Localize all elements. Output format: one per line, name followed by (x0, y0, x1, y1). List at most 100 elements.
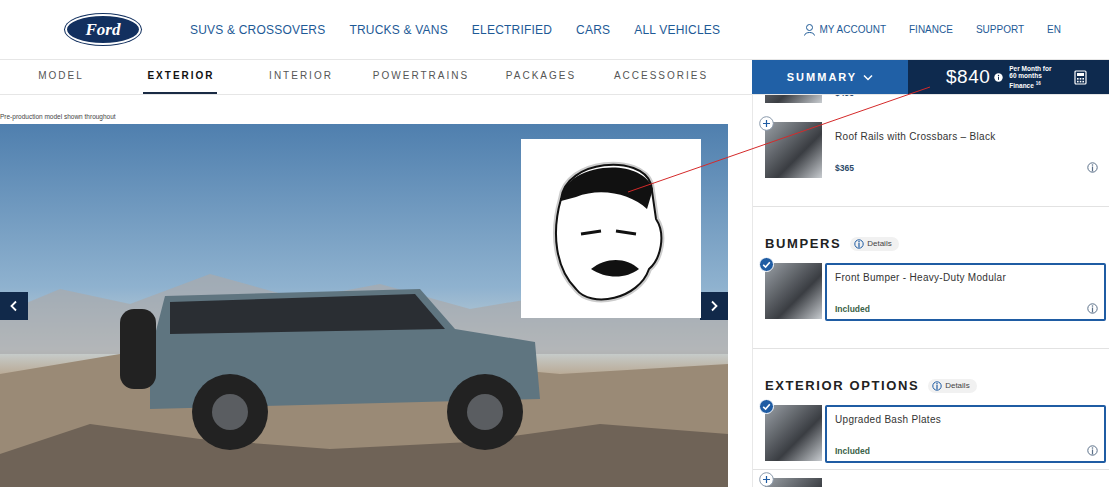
price-term: Finance (1009, 82, 1034, 89)
info-icon[interactable] (1087, 445, 1098, 456)
details-label[interactable]: Details (867, 239, 891, 248)
ford-logo[interactable]: Ford (65, 14, 141, 45)
item-thumbnail[interactable] (765, 478, 822, 487)
price-amount[interactable]: $840 (946, 66, 990, 88)
nav-link[interactable]: TRUCKS & VANS (349, 23, 447, 37)
chevron-right-icon[interactable] (709, 300, 719, 312)
nav-link[interactable]: ELECTRIFIED (472, 23, 552, 37)
option-section: EXTERIOR OPTIONS Details Upgraded Bash Pla… (753, 348, 1109, 469)
utility-link[interactable]: EN (1047, 24, 1061, 35)
tab-label[interactable]: EXTERIOR (143, 60, 216, 94)
person-icon[interactable] (803, 23, 816, 36)
info-icon[interactable] (932, 381, 942, 391)
plus-circle-icon[interactable] (759, 116, 774, 131)
previous-button[interactable] (0, 292, 28, 320)
item-thumbnail[interactable] (765, 263, 822, 319)
nav-link[interactable]: CARS (576, 23, 610, 37)
options-panel: $495 Roof Rails with Crossbars – Black $36… (752, 95, 1109, 487)
meme-image (521, 139, 701, 318)
info-icon[interactable] (994, 73, 1003, 82)
details-button[interactable]: Details (928, 379, 976, 393)
info-icon[interactable] (1087, 303, 1098, 314)
price-term: Per Month for (1009, 65, 1051, 73)
item-price: $495 (835, 95, 854, 98)
config-tab[interactable]: POWERTRAINS (360, 60, 480, 94)
account-label[interactable]: MY ACCOUNT (820, 24, 887, 35)
section-title: EXTERIOR OPTIONS (765, 378, 919, 393)
chevron-left-icon[interactable] (9, 300, 19, 312)
price-term-row: Finance 16 (1009, 80, 1051, 90)
check-circle-icon[interactable] (759, 257, 774, 272)
footnote[interactable]: 16 (1036, 81, 1041, 86)
gallery: Pre-production model shown throughout (0, 95, 728, 487)
accessory-group: $495 Roof Rails with Crossbars – Black $36… (753, 95, 1109, 206)
plus-circle-icon[interactable] (759, 472, 774, 487)
item-details[interactable]: Roof Rails with Crossbars – Black $365 (825, 122, 1106, 180)
tab-label[interactable]: INTERIOR (265, 60, 335, 94)
nav-link[interactable]: ALL VEHICLES (634, 23, 720, 37)
item-thumbnail[interactable] (765, 405, 822, 461)
option-item[interactable]: Front Bumper - Heavy-Duty Modular Include… (753, 263, 1109, 321)
config-tab[interactable]: EXTERIOR (120, 60, 240, 94)
price-term: 60 months (1009, 72, 1051, 80)
item-name: Roof Rails with Crossbars – Black (835, 131, 1098, 142)
option-item[interactable]: $495 (753, 95, 1109, 105)
details-button[interactable]: Details (850, 237, 898, 251)
vehicle-photo (0, 124, 728, 487)
config-tab[interactable]: PACKAGES (480, 60, 600, 94)
calculator-icon[interactable] (1074, 70, 1087, 85)
main-nav: SUVS & CROSSOVERS TRUCKS & VANS ELECTRIFIE… (190, 23, 720, 37)
accessory-group (753, 469, 1109, 487)
check-circle-icon[interactable] (759, 399, 774, 414)
item-price: Included (835, 304, 870, 314)
section-header: BUMPERS Details (753, 236, 1109, 251)
section-title: BUMPERS (765, 236, 841, 251)
config-tabs: MODEL EXTERIOR INTERIOR POWERTRAINS PACKAGES… (0, 60, 752, 94)
section-header: EXTERIOR OPTIONS Details (753, 378, 1109, 393)
meme-face (521, 139, 701, 318)
nav-link[interactable]: SUVS & CROSSOVERS (190, 23, 325, 37)
item-name: Front Bumper - Heavy-Duty Modular (835, 272, 1098, 283)
item-details[interactable]: Front Bumper - Heavy-Duty Modular Include… (825, 263, 1106, 321)
info-icon[interactable] (1087, 162, 1098, 173)
summary-label[interactable]: SUMMARY (787, 71, 857, 83)
utility-link[interactable]: FINANCE (909, 24, 953, 35)
item-footer: Included (835, 303, 1098, 314)
item-thumbnail[interactable] (765, 95, 822, 103)
utility-link[interactable]: SUPPORT (976, 24, 1024, 35)
item-details[interactable]: $495 (825, 95, 1106, 105)
info-icon[interactable] (854, 239, 864, 249)
annotation-line (0, 0, 1109, 487)
item-details[interactable]: Upgraded Bash PlatesIncluded (825, 405, 1106, 463)
config-bar: MODEL EXTERIOR INTERIOR POWERTRAINS PACKAGES… (0, 60, 1109, 95)
chevron-down-icon[interactable] (863, 74, 873, 81)
details-label[interactable]: Details (945, 381, 969, 390)
tab-label[interactable]: MODEL (34, 60, 86, 94)
config-tab[interactable]: MODEL (0, 60, 120, 94)
main-area: Pre-production model shown throughout $49… (0, 95, 1109, 487)
option-item[interactable]: Upgraded Bash PlatesIncluded (753, 405, 1109, 463)
options-list: $495 Roof Rails with Crossbars – Black $36… (753, 95, 1109, 487)
price-terms: Per Month for60 monthsFinance 16 (1009, 65, 1051, 90)
item-footer: Included (835, 445, 1098, 456)
tab-label[interactable]: ACCESSORIES (610, 60, 710, 94)
option-section: BUMPERS Details Front Bumper - Heavy-Duty … (753, 206, 1109, 348)
gallery-caption: Pre-production model shown throughout (0, 95, 728, 124)
item-price: $365 (835, 163, 854, 173)
next-button[interactable] (700, 292, 728, 320)
account-link[interactable]: MY ACCOUNT (803, 23, 887, 36)
summary-button[interactable]: SUMMARY (752, 60, 908, 94)
config-tab[interactable]: ACCESSORIES (600, 60, 720, 94)
option-item[interactable] (753, 478, 1109, 487)
utility-nav: MY ACCOUNT FINANCE SUPPORT EN (803, 23, 1061, 36)
option-item[interactable]: Roof Rails with Crossbars – Black $365 (753, 122, 1109, 180)
tab-label[interactable]: PACKAGES (502, 60, 578, 94)
top-header: Ford SUVS & CROSSOVERS TRUCKS & VANS ELECTR… (0, 0, 1109, 60)
item-footer: $365 (835, 162, 1098, 173)
config-tab[interactable]: INTERIOR (240, 60, 360, 94)
item-thumbnail[interactable] (765, 122, 822, 178)
tab-label[interactable]: POWERTRAINS (369, 60, 471, 94)
monthly-price[interactable]: $840Per Month for60 monthsFinance 16 (908, 60, 1109, 94)
item-price: Included (835, 446, 870, 456)
item-footer: $495 (835, 95, 1098, 98)
